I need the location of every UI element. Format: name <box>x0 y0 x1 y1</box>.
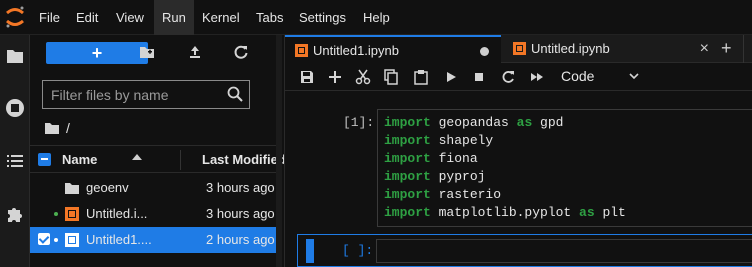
file-browser: + / Name Last Modified geoenv 3 hours ag… <box>30 35 286 267</box>
tab-divider <box>743 35 744 63</box>
menu-kernel[interactable]: Kernel <box>194 0 248 35</box>
activity-bar <box>0 35 30 267</box>
code-line: import geopandas as gpd <box>384 115 564 130</box>
save-icon[interactable] <box>299 69 315 85</box>
folder-icon <box>64 180 80 196</box>
puzzle-icon[interactable] <box>4 203 26 225</box>
folder-icon <box>44 121 60 135</box>
cell-prompt: [ ]: <box>342 243 374 258</box>
tab-untitled[interactable]: Untitled.ipynb × <box>503 35 719 63</box>
add-tab-button[interactable]: + <box>721 38 732 59</box>
active-cell-indicator <box>306 239 314 263</box>
cell-type-select[interactable]: Code <box>561 68 594 84</box>
file-list-header: Name Last Modified <box>30 145 286 173</box>
copy-icon[interactable] <box>383 69 399 85</box>
code-line: import shapely <box>384 133 494 148</box>
breadcrumb-root[interactable]: / <box>66 120 70 136</box>
breadcrumb[interactable]: / <box>44 119 70 137</box>
new-folder-icon[interactable] <box>138 43 156 61</box>
notebook-icon <box>64 232 80 248</box>
code-cell-editor[interactable] <box>376 239 752 263</box>
notebook-icon <box>64 206 80 222</box>
tab-label: Untitled1.ipynb <box>313 43 399 58</box>
notebook-icon <box>295 44 308 57</box>
notebook-toolbar: Code <box>285 63 752 91</box>
paste-icon[interactable] <box>413 69 429 85</box>
file-row-geoenv[interactable]: geoenv 3 hours ago <box>30 175 282 201</box>
file-name: Untitled1.... <box>86 232 152 247</box>
tab-bar: Untitled1.ipynb Untitled.ipynb × + <box>285 35 752 63</box>
file-modified: 3 hours ago <box>206 206 275 221</box>
active-cell[interactable]: [ ]: <box>297 234 752 267</box>
upload-icon[interactable] <box>186 43 204 61</box>
cell-prompt: [1]: <box>343 115 375 130</box>
file-browser-scrollbar[interactable] <box>276 35 282 267</box>
tab-untitled1[interactable]: Untitled1.ipynb <box>285 35 501 63</box>
cut-icon[interactable] <box>355 69 371 85</box>
file-name: geoenv <box>86 180 129 195</box>
run-icon[interactable] <box>443 69 459 85</box>
close-icon[interactable]: × <box>700 40 709 58</box>
notebook-icon <box>513 42 526 55</box>
menu-tabs[interactable]: Tabs <box>248 0 291 35</box>
menu-help[interactable]: Help <box>355 0 398 35</box>
column-name-header[interactable]: Name <box>62 152 97 167</box>
menu-run[interactable]: Run <box>154 0 194 35</box>
stop-icon[interactable] <box>471 69 487 85</box>
refresh-icon[interactable] <box>232 43 250 61</box>
menu-file[interactable]: File <box>31 0 68 35</box>
fast-forward-icon[interactable] <box>529 69 545 85</box>
folder-icon[interactable] <box>4 45 26 67</box>
sort-ascending-icon[interactable] <box>132 154 142 160</box>
file-filter-box <box>42 80 250 109</box>
add-cell-icon[interactable] <box>327 69 343 85</box>
tab-label: Untitled.ipynb <box>531 41 610 56</box>
column-divider[interactable] <box>180 150 181 170</box>
row-checkbox[interactable] <box>38 233 50 245</box>
file-row-untitled1[interactable]: Untitled1.... 2 hours ago <box>30 227 282 253</box>
running-indicator-icon <box>54 238 58 242</box>
file-modified: 3 hours ago <box>206 180 275 195</box>
menu-bar: File Edit View Run Kernel Tabs Settings … <box>0 0 752 35</box>
menu-edit[interactable]: Edit <box>68 0 106 35</box>
running-stop-icon[interactable] <box>4 97 26 119</box>
search-icon <box>227 86 243 102</box>
select-all-checkbox[interactable] <box>38 153 51 166</box>
unsaved-dot-icon[interactable] <box>480 47 489 56</box>
jupyter-logo-icon <box>4 5 26 29</box>
running-indicator-icon <box>54 212 58 216</box>
file-modified: 2 hours ago <box>206 232 275 247</box>
column-modified-header[interactable]: Last Modified <box>202 152 286 167</box>
code-line: import pyproj <box>384 169 486 184</box>
file-row-untitled[interactable]: Untitled.i... 3 hours ago <box>30 201 282 227</box>
restart-icon[interactable] <box>500 69 516 85</box>
file-filter-input[interactable] <box>51 86 221 104</box>
code-line: import rasterio <box>384 187 502 202</box>
list-icon[interactable] <box>4 150 26 172</box>
code-line: import fiona <box>384 151 478 166</box>
chevron-down-icon[interactable] <box>627 69 641 83</box>
menu-view[interactable]: View <box>108 0 152 35</box>
file-name: Untitled.i... <box>86 206 148 221</box>
new-launcher-button[interactable]: + <box>46 42 148 64</box>
notebook-panel: Untitled1.ipynb Untitled.ipynb × + Code … <box>284 35 752 267</box>
code-line: import matplotlib.pyplot as plt <box>384 205 626 220</box>
code-cell-editor[interactable]: import geopandas as gpd import shapely i… <box>377 109 752 227</box>
menu-settings[interactable]: Settings <box>291 0 354 35</box>
